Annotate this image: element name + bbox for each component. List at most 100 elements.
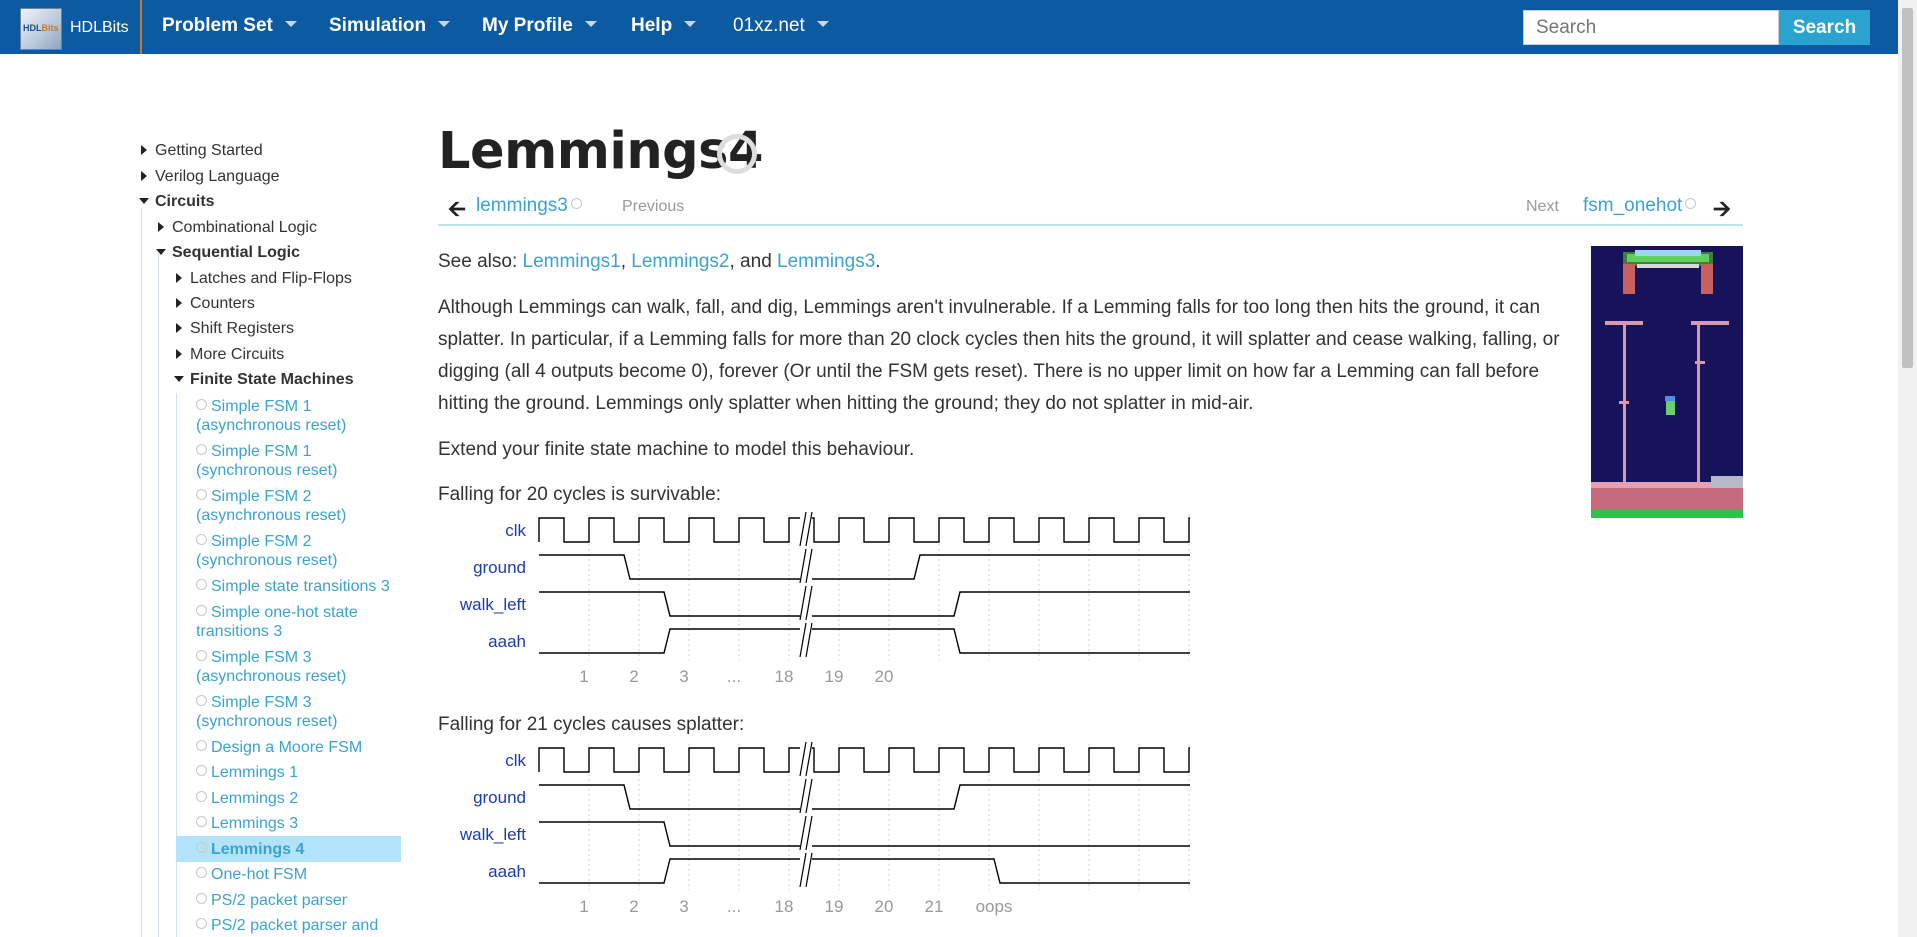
cycle-label: 2 xyxy=(629,667,638,686)
caret-down-icon xyxy=(156,248,166,255)
sidebar-item-finite-state-machines[interactable]: Finite State Machines xyxy=(174,371,354,389)
cycle-label: 20 xyxy=(875,897,894,916)
sidebar-item-shift-registers[interactable]: Shift Registers xyxy=(176,320,294,338)
search-button[interactable]: Search xyxy=(1779,10,1870,45)
link-lemmings2[interactable]: Lemmings2 xyxy=(631,251,729,272)
cycle-label: 21 xyxy=(925,897,944,916)
sidebar-problem-item[interactable]: Simple FSM 1 (asynchronous reset) xyxy=(196,397,416,435)
ground-waveform xyxy=(539,784,1190,810)
signal-label: ground xyxy=(473,558,526,577)
arrow-right-icon[interactable]: 🡪 xyxy=(1713,192,1731,230)
sidebar-item-more-circuits[interactable]: More Circuits xyxy=(176,346,284,364)
sidebar-item-verilog-language[interactable]: Verilog Language xyxy=(141,168,280,186)
sidebar: Getting Started Verilog Language Circuit… xyxy=(0,0,410,937)
sidebar-problem-item[interactable]: PS/2 packet parser and xyxy=(196,916,416,935)
cycle-label: oops xyxy=(976,897,1013,916)
nav-01xz[interactable]: 01xz.net xyxy=(733,15,829,37)
sidebar-problem-item[interactable]: Design a Moore FSM xyxy=(196,738,416,757)
caret-right-icon xyxy=(141,144,147,155)
sidebar-problem-label: Lemmings 4 xyxy=(211,840,305,858)
caret-right-icon xyxy=(176,322,182,333)
sidebar-problem-label: (asynchronous reset) xyxy=(196,417,347,434)
cycle-label: 20 xyxy=(875,667,894,686)
sidebar-problem-item[interactable]: Simple FSM 2 (asynchronous reset) xyxy=(196,487,416,525)
cycle-label: 2 xyxy=(629,897,638,916)
sidebar-problem-item[interactable]: Simple FSM 2 (synchronous reset) xyxy=(196,532,416,570)
tree-line xyxy=(158,253,159,937)
status-circle-icon xyxy=(196,918,207,930)
nav-help[interactable]: Help xyxy=(631,15,697,37)
scrollbar-thumb[interactable] xyxy=(1902,8,1913,368)
time-break-gap xyxy=(800,623,812,657)
sidebar-problem-label: (synchronous reset) xyxy=(196,462,338,479)
sidebar-problem-label: PS/2 packet parser and xyxy=(211,917,379,934)
signal-label: walk_left xyxy=(459,825,526,844)
sidebar-problem-label: Simple FSM 2 xyxy=(211,533,312,550)
next-problem-link[interactable]: fsm_onehot xyxy=(1583,195,1697,217)
separator: , and xyxy=(729,251,778,272)
signal-label: walk_left xyxy=(459,595,526,614)
cycle-label: 1 xyxy=(579,667,588,686)
clk-waveform xyxy=(538,517,1190,543)
sidebar-problem-item[interactable]: Simple state transitions 3 xyxy=(196,577,416,596)
sidebar-problem-item[interactable]: Simple FSM 3 (asynchronous reset) xyxy=(196,648,416,686)
sidebar-problem-label: transitions 3 xyxy=(196,622,283,640)
link-lemmings1[interactable]: Lemmings1 xyxy=(523,251,621,272)
caret-down-icon xyxy=(139,197,149,204)
cycle-label: 3 xyxy=(679,897,688,916)
sidebar-problem-label: Simple FSM 2 xyxy=(211,488,312,505)
status-circle-icon xyxy=(196,867,207,879)
cycle-label: ... xyxy=(727,897,741,916)
sidebar-problem-item[interactable]: Simple FSM 3 (synchronous reset) xyxy=(196,693,416,731)
cycle-label: 18 xyxy=(775,897,794,916)
sidebar-problem-item[interactable]: Simple FSM 1 (synchronous reset) xyxy=(196,442,416,480)
signal-label: clk xyxy=(505,751,526,770)
caret-down-icon xyxy=(174,375,184,382)
status-circle-icon xyxy=(196,579,207,591)
walk-left-waveform xyxy=(539,821,1190,847)
cycle-label: ... xyxy=(727,667,741,686)
walk-left-waveform xyxy=(539,591,1190,617)
sidebar-problem-label: PS/2 packet parser xyxy=(211,891,348,909)
aaah-waveform xyxy=(539,628,1190,654)
sidebar-item-getting-started[interactable]: Getting Started xyxy=(141,142,263,160)
time-break-gap xyxy=(800,586,812,620)
see-also-prefix: See also: xyxy=(438,251,523,272)
sidebar-problem-item[interactable]: Lemmings 3 xyxy=(196,814,416,833)
tree-line xyxy=(141,208,142,937)
sidebar-problem-item[interactable]: Lemmings 1 xyxy=(196,763,416,782)
caret-right-icon xyxy=(176,348,182,359)
sidebar-problem-label: (asynchronous reset) xyxy=(196,667,347,685)
cycle-label: 19 xyxy=(825,897,844,916)
sidebar-problem-item[interactable]: One-hot FSM xyxy=(196,865,416,884)
sidebar-problem-label: (synchronous reset) xyxy=(196,712,338,730)
sidebar-problem-item[interactable]: Lemmings 2 xyxy=(196,789,416,808)
status-circle-icon xyxy=(196,649,207,661)
completion-status-icon xyxy=(717,134,757,174)
signal-label: aaah xyxy=(488,632,526,651)
sidebar-problem-item[interactable]: PS/2 packet parser xyxy=(196,891,416,910)
status-circle-icon xyxy=(196,739,207,751)
prev-problem-link[interactable]: lemmings3 xyxy=(476,195,582,217)
page-title: Lemmings4 xyxy=(438,122,764,181)
cycle-label: 18 xyxy=(775,667,794,686)
sidebar-problem-item[interactable]: Lemmings 4 xyxy=(196,840,416,859)
sidebar-problem-label: Simple state transitions 3 xyxy=(211,578,390,595)
sidebar-problem-label: Simple FSM 3 xyxy=(211,648,312,666)
chevron-down-icon xyxy=(438,20,451,27)
aaah-waveform xyxy=(539,858,1190,884)
link-lemmings3[interactable]: Lemmings3 xyxy=(777,251,875,272)
search-input[interactable] xyxy=(1523,10,1779,45)
sidebar-item-sequential-logic[interactable]: Sequential Logic xyxy=(156,244,300,262)
sidebar-item-circuits[interactable]: Circuits xyxy=(139,193,215,211)
sidebar-item-counters[interactable]: Counters xyxy=(176,295,255,313)
caret-right-icon xyxy=(176,272,182,283)
nav-my-profile[interactable]: My Profile xyxy=(482,15,597,37)
time-break-gap xyxy=(800,742,812,776)
arrow-left-icon[interactable]: 🡨 xyxy=(448,192,466,230)
sidebar-problem-label: Simple FSM 3 xyxy=(211,693,312,711)
sidebar-item-latches[interactable]: Latches and Flip-Flops xyxy=(176,270,352,288)
sidebar-problem-item[interactable]: Simple one-hot state transitions 3 xyxy=(196,603,416,641)
status-circle-icon xyxy=(196,604,207,616)
sidebar-item-combinational-logic[interactable]: Combinational Logic xyxy=(158,219,317,237)
